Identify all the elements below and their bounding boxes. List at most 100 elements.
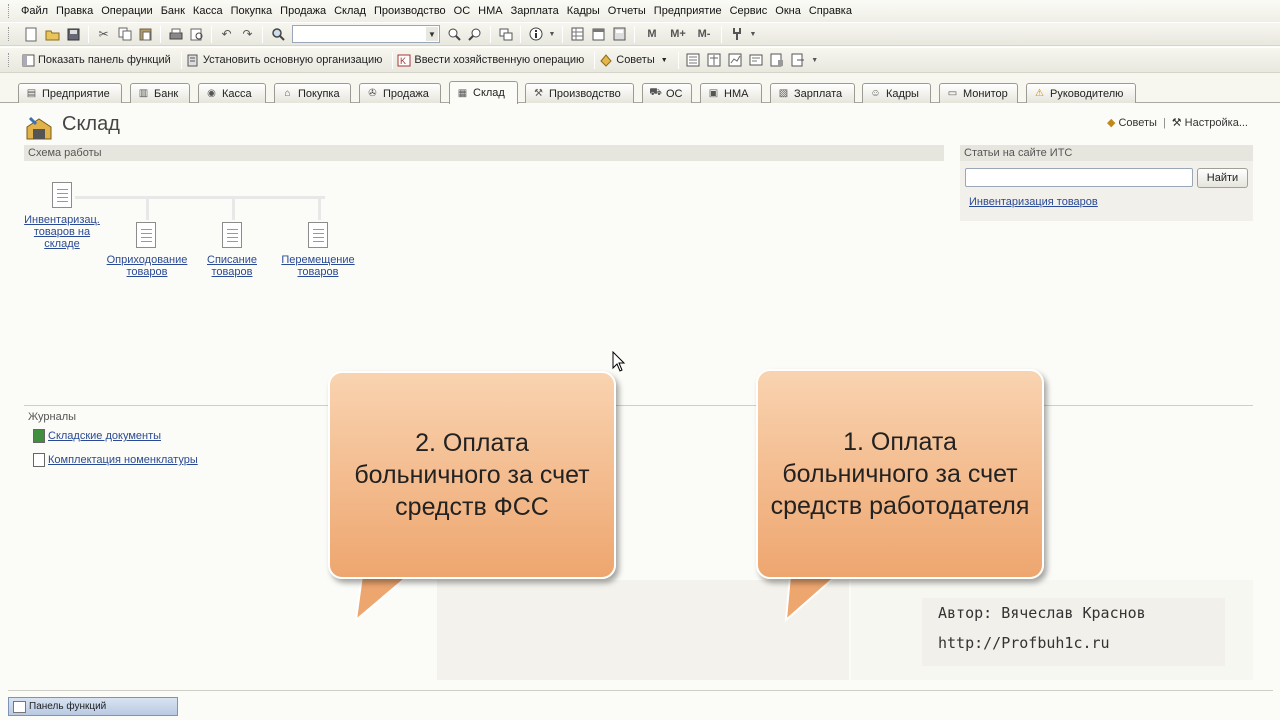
chevron-down-icon[interactable]: ▼ xyxy=(749,26,757,43)
settings-link[interactable]: Настройка... xyxy=(1185,117,1248,129)
writeoff-document-icon[interactable] xyxy=(222,222,242,248)
menu-help[interactable]: Справка xyxy=(809,5,852,17)
menu-file[interactable]: Файл xyxy=(21,5,48,17)
functions-panel-button[interactable]: Панель функций xyxy=(8,697,178,716)
export-icon[interactable] xyxy=(790,52,807,69)
journal-book-icon xyxy=(33,429,45,443)
menu-warehouse[interactable]: Склад xyxy=(334,5,366,17)
callout-tail xyxy=(354,575,411,623)
tab-hr[interactable]: ☺ Кадры xyxy=(862,83,931,103)
chevron-down-icon[interactable]: ▼ xyxy=(548,26,556,43)
menu-enterprise[interactable]: Предприятие xyxy=(654,5,722,17)
menu-fixed-assets[interactable]: ОС xyxy=(454,5,471,17)
set-organization-label: Установить основную организацию xyxy=(202,54,383,66)
open-folder-icon[interactable] xyxy=(44,26,61,43)
scheme-receipt-link[interactable]: Оприходование товаров xyxy=(102,254,192,278)
toolbar-separator xyxy=(594,51,596,69)
menu-cash[interactable]: Касса xyxy=(193,5,223,17)
memory-plus-icon[interactable]: M+ xyxy=(667,26,689,43)
calendar-icon[interactable] xyxy=(590,26,607,43)
set-organization-button[interactable]: Установить основную организацию xyxy=(186,53,383,67)
salary-icon: ▧ xyxy=(778,88,789,99)
print-icon[interactable] xyxy=(167,26,184,43)
cut-icon[interactable]: ✂ xyxy=(95,26,112,43)
menu-edit[interactable]: Правка xyxy=(56,5,93,17)
scheme-connector xyxy=(146,196,149,220)
tab-cash[interactable]: ◉ Касса xyxy=(198,83,266,103)
toolbar-separator xyxy=(180,51,182,69)
menu-bank[interactable]: Банк xyxy=(161,5,185,17)
analysis-icon[interactable] xyxy=(727,52,744,69)
menu-hr[interactable]: Кадры xyxy=(567,5,600,17)
chevron-down-icon[interactable]: ▼ xyxy=(811,52,819,69)
tab-enterprise[interactable]: ▤ Предприятие xyxy=(18,83,122,103)
tab-monitor[interactable]: ▭ Монитор xyxy=(939,83,1018,103)
tips-button[interactable]: Советы ▼ xyxy=(599,53,668,67)
menu-service[interactable]: Сервис xyxy=(730,5,768,17)
save-icon[interactable] xyxy=(65,26,82,43)
tips-link[interactable]: Советы xyxy=(1118,117,1156,129)
menu-reports[interactable]: Отчеты xyxy=(608,5,646,17)
menu-purchase[interactable]: Покупка xyxy=(231,5,273,17)
tab-salary[interactable]: ▧ Зарплата xyxy=(770,83,855,103)
inventory-document-icon[interactable] xyxy=(52,182,72,208)
panel-icon xyxy=(21,53,35,67)
windows-icon[interactable] xyxy=(497,26,514,43)
undo-icon[interactable]: ↶ xyxy=(218,26,235,43)
search-icon[interactable] xyxy=(269,26,286,43)
tools-icon[interactable] xyxy=(728,26,745,43)
tab-bank[interactable]: ▥ Банк xyxy=(130,83,190,103)
scheme-connector xyxy=(75,196,325,199)
find-next-icon[interactable] xyxy=(446,26,463,43)
toolbar-grip xyxy=(8,53,11,67)
new-document-icon[interactable] xyxy=(23,26,40,43)
report-icon[interactable] xyxy=(685,52,702,69)
scheme-writeoff-link[interactable]: Списание товаров xyxy=(200,254,264,278)
menu-sales[interactable]: Продажа xyxy=(280,5,326,17)
copy-icon[interactable] xyxy=(116,26,133,43)
transfer-document-icon[interactable] xyxy=(308,222,328,248)
menu-windows[interactable]: Окна xyxy=(775,5,801,17)
tab-manager[interactable]: ⚠ Руководителю xyxy=(1026,83,1136,103)
tab-intangibles[interactable]: ▣ НМА xyxy=(700,83,762,103)
calculator-icon[interactable] xyxy=(611,26,628,43)
enter-operation-button[interactable]: K Ввести хозяйственную операцию xyxy=(397,53,584,67)
menu-intangibles[interactable]: НМА xyxy=(478,5,502,17)
callout-fss: 2. Оплата больничного за счет средств ФС… xyxy=(328,371,616,579)
redo-icon[interactable]: ↷ xyxy=(239,26,256,43)
toolbar-separator xyxy=(677,51,679,69)
journal-kitting[interactable]: Комплектация номенклатуры xyxy=(33,453,198,467)
balance-icon[interactable] xyxy=(706,52,723,69)
its-search-input[interactable] xyxy=(965,168,1193,187)
tab-label: Производство xyxy=(549,87,621,100)
search-combo[interactable]: ▼ xyxy=(292,25,440,43)
its-article-link[interactable]: Инвентаризация товаров xyxy=(969,196,1098,208)
tab-sales[interactable]: ✇ Продажа xyxy=(359,83,441,103)
menu-production[interactable]: Производство xyxy=(374,5,446,17)
cash-icon: ◉ xyxy=(207,88,216,99)
scheme-root-link[interactable]: Инвентаризац. товаров на складе xyxy=(22,214,102,250)
tab-label: ОС xyxy=(666,87,683,100)
card-icon[interactable] xyxy=(748,52,765,69)
tab-fixed-assets[interactable]: ⛟ ОС xyxy=(642,83,692,103)
journal-icon[interactable] xyxy=(769,52,786,69)
info-icon[interactable] xyxy=(527,26,544,43)
paste-icon[interactable] xyxy=(137,26,154,43)
chevron-down-icon[interactable]: ▼ xyxy=(426,27,438,41)
memory-m-icon[interactable]: M xyxy=(641,26,663,43)
scheme-transfer-link[interactable]: Перемещение товаров xyxy=(276,254,360,278)
tab-warehouse[interactable]: ▦ Склад xyxy=(449,81,518,104)
spreadsheet-icon[interactable] xyxy=(569,26,586,43)
operation-icon: K xyxy=(397,53,411,67)
print-preview-icon[interactable] xyxy=(188,26,205,43)
tab-production[interactable]: ⚒ Производство xyxy=(525,83,634,103)
tab-purchase[interactable]: ⌂ Покупка xyxy=(274,83,351,103)
find-button[interactable]: Найти xyxy=(1197,168,1248,188)
menu-salary[interactable]: Зарплата xyxy=(511,5,559,17)
memory-minus-icon[interactable]: M- xyxy=(693,26,715,43)
menu-operations[interactable]: Операции xyxy=(101,5,152,17)
find-prev-icon[interactable] xyxy=(467,26,484,43)
journal-warehouse-docs[interactable]: Складские документы xyxy=(33,429,161,443)
show-panel-button[interactable]: Показать панель функций xyxy=(21,53,171,67)
receipt-document-icon[interactable] xyxy=(136,222,156,248)
